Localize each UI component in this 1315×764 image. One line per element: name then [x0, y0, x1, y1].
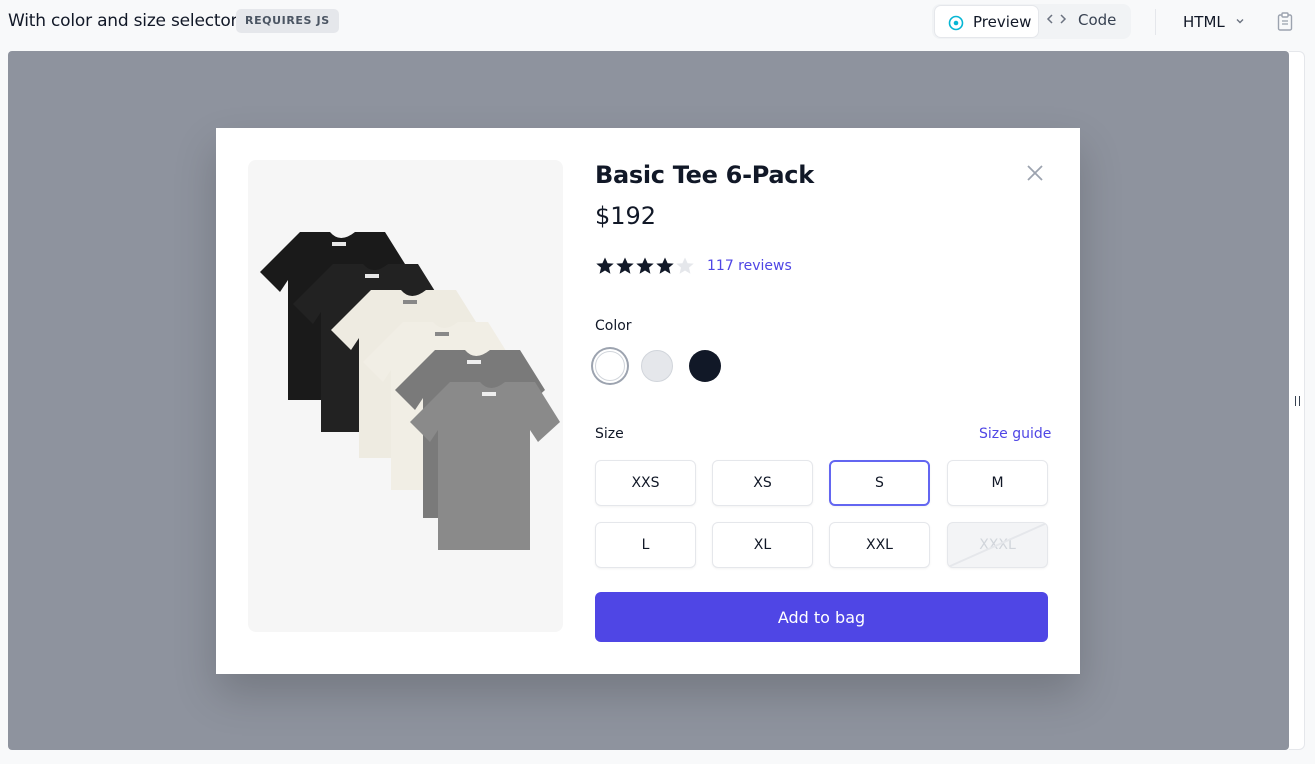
star-icon — [676, 257, 694, 274]
view-toggle: Preview Code — [932, 4, 1131, 39]
close-icon[interactable] — [1024, 162, 1046, 184]
top-bar: With color and size selector REQUIRES JS… — [0, 0, 1315, 44]
requires-js-badge: REQUIRES JS — [236, 9, 339, 33]
size-guide-link[interactable]: Size guide — [979, 426, 1051, 442]
clipboard-icon[interactable] — [1277, 12, 1293, 31]
product-name: Basic Tee 6-Pack — [595, 161, 814, 189]
size-option-l[interactable]: L — [595, 522, 696, 568]
quick-view-modal: Basic Tee 6-Pack $192 117 reviews Color … — [216, 128, 1080, 674]
code-icon — [1046, 14, 1067, 24]
size-option-xxxl: XXXL — [947, 522, 1048, 568]
chevron-down-icon[interactable] — [1234, 15, 1246, 27]
star-icon — [636, 257, 654, 274]
color-swatch-gray[interactable] — [641, 350, 673, 382]
size-option-xs[interactable]: XS — [712, 460, 813, 506]
star-icon — [656, 257, 674, 274]
color-swatch-black[interactable] — [689, 350, 721, 382]
unavailable-strike — [948, 523, 1047, 567]
page-title: With color and size selector — [8, 11, 238, 31]
size-option-xl[interactable]: XL — [712, 522, 813, 568]
size-label: Size — [595, 426, 624, 442]
tab-code-label: Code — [1078, 11, 1117, 29]
resize-handle-icon[interactable] — [1295, 396, 1300, 406]
reviews-link[interactable]: 117 reviews — [707, 258, 792, 274]
product-price: $192 — [595, 202, 657, 230]
star-icon — [616, 257, 634, 274]
size-option-xxs[interactable]: XXS — [595, 460, 696, 506]
size-option-m[interactable]: M — [947, 460, 1048, 506]
color-label: Color — [595, 318, 632, 334]
rating-stars — [595, 256, 695, 276]
tab-preview[interactable]: Preview — [934, 5, 1039, 38]
tshirt-stack-image — [260, 232, 560, 550]
divider — [1155, 9, 1156, 35]
size-option-s[interactable]: S — [829, 460, 930, 506]
eye-icon — [948, 15, 964, 31]
star-icon — [596, 257, 614, 274]
language-select[interactable]: HTML — [1183, 13, 1225, 31]
color-swatch-white[interactable] — [595, 351, 625, 381]
tab-preview-label: Preview — [973, 13, 1032, 31]
product-image — [248, 160, 563, 632]
add-to-bag-button[interactable]: Add to bag — [595, 592, 1048, 642]
size-option-xxl[interactable]: XXL — [829, 522, 930, 568]
